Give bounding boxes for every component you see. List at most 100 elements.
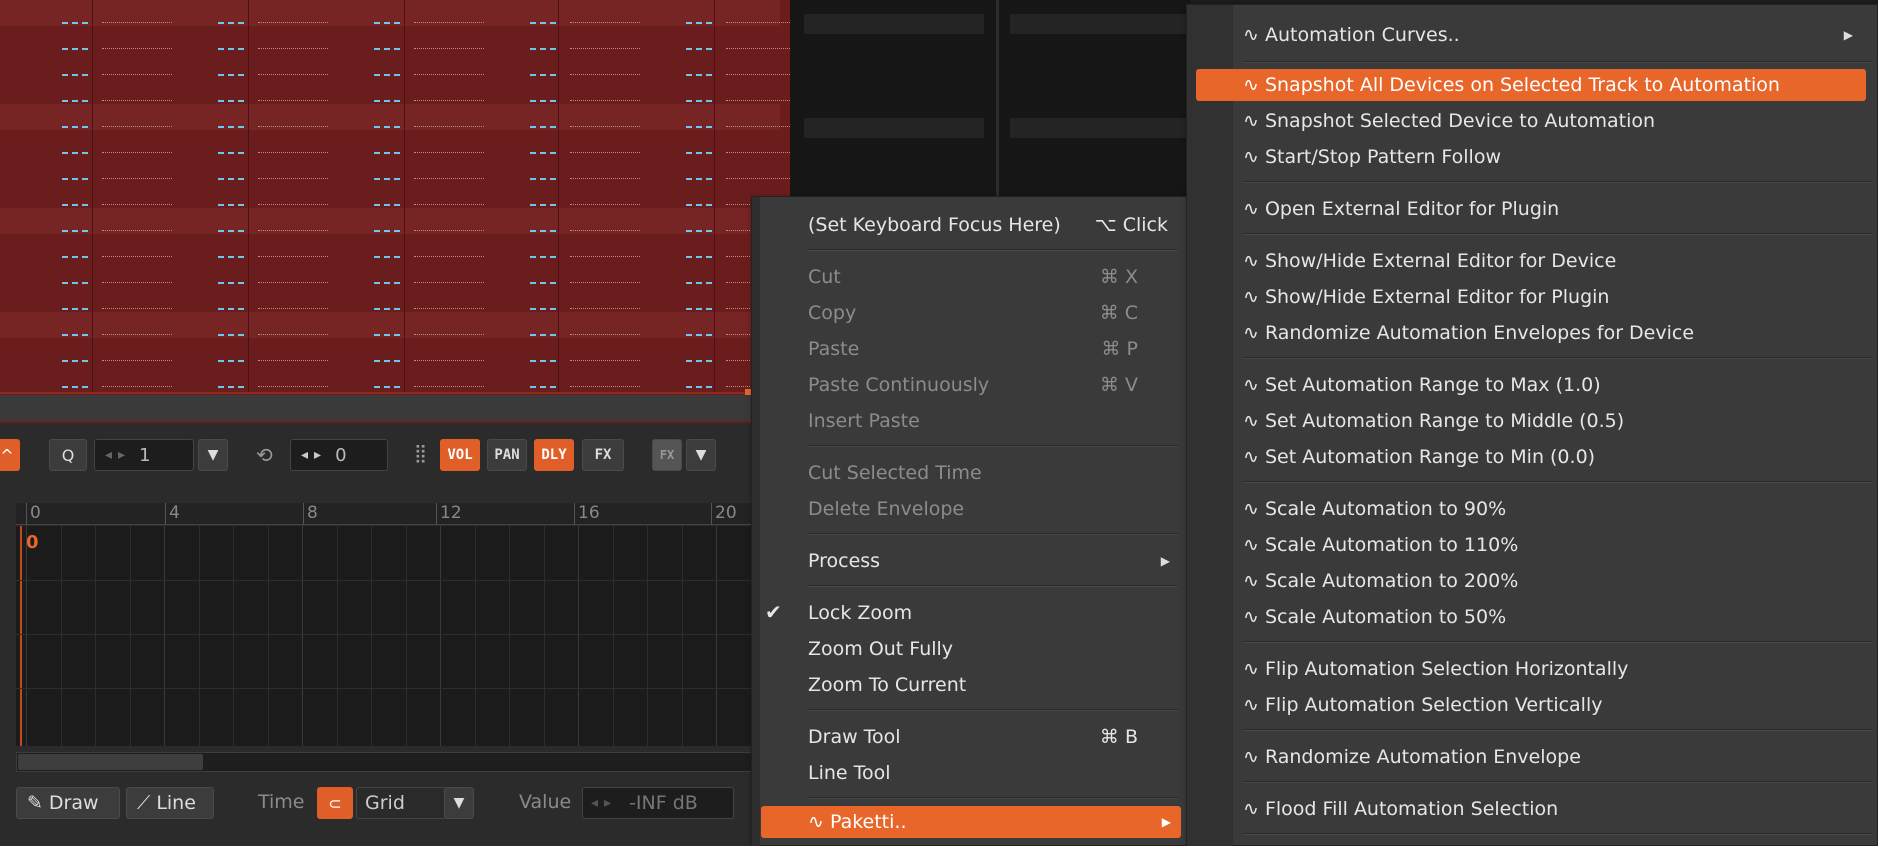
grid-dropdown[interactable]: ▼: [444, 787, 474, 819]
note-cell: [530, 204, 556, 206]
pattern-row[interactable]: [804, 118, 984, 138]
stepper-arrows-icon[interactable]: ◂▸: [301, 447, 327, 463]
effect-cell: [414, 308, 484, 310]
note-cell: [686, 126, 712, 128]
menu-item-process[interactable]: Process ▶: [808, 545, 1180, 577]
panel-divider[interactable]: [0, 395, 790, 423]
menu-item-scale-200[interactable]: ∿ Scale Automation to 200%: [1243, 565, 1863, 597]
fx-column-button[interactable]: FX: [582, 439, 624, 471]
menu-separator: [1243, 357, 1873, 359]
line-tool-button[interactable]: ⟋ Line: [126, 787, 214, 819]
grid-line: [16, 580, 790, 581]
vol-column-button[interactable]: VOL: [440, 439, 480, 471]
collapse-button[interactable]: ^: [0, 439, 20, 471]
menu-item-range-min[interactable]: ∿ Set Automation Range to Min (0.0): [1243, 441, 1863, 473]
fx-dropdown[interactable]: ▼: [686, 439, 716, 471]
effect-cell: [102, 100, 172, 102]
draw-tool-button[interactable]: ✎ Draw: [16, 787, 120, 819]
dly-column-button[interactable]: DLY: [534, 439, 574, 471]
pattern-row[interactable]: [804, 14, 984, 34]
fx-toggle-button[interactable]: FX: [652, 439, 682, 471]
stepper-arrows-icon[interactable]: ◂▸: [591, 795, 617, 811]
line-step-field[interactable]: ◂▸ 1: [94, 439, 194, 471]
note-cell: [62, 100, 88, 102]
ruler-tick: 20: [711, 503, 737, 525]
effect-cell: [102, 74, 172, 76]
effect-cell: [102, 152, 172, 154]
grid-line: [474, 526, 476, 746]
menu-item-scale-110[interactable]: ∿ Scale Automation to 110%: [1243, 529, 1863, 561]
effect-cell: [258, 256, 328, 258]
note-cell: [218, 100, 244, 102]
chevron-up-icon: ^: [0, 445, 14, 465]
menu-item-flip-horizontally[interactable]: ∿ Flip Automation Selection Horizontally: [1243, 653, 1863, 685]
effect-cell: [414, 48, 484, 50]
scrollbar-thumb[interactable]: [18, 754, 203, 770]
menu-item-set-keyboard-focus[interactable]: (Set Keyboard Focus Here) ⌥ Click: [808, 209, 1168, 241]
menu-separator: [808, 445, 1178, 447]
grid-line: [440, 526, 441, 746]
pattern-row[interactable]: [1010, 14, 1190, 34]
menu-item-automation-curves[interactable]: ∿ Automation Curves.. ▶: [1243, 19, 1863, 51]
menu-item-range-max[interactable]: ∿ Set Automation Range to Max (1.0): [1243, 369, 1863, 401]
grid-line: [164, 526, 165, 746]
value-field[interactable]: ◂▸ -INF dB: [582, 787, 734, 819]
note-cell: [374, 22, 400, 24]
menu-item-flood-fill[interactable]: ∿ Flood Fill Automation Selection: [1243, 793, 1863, 825]
menu-item-cut-selected-time[interactable]: Cut Selected Time: [808, 457, 1138, 489]
menu-item-draw-tool[interactable]: Draw Tool ⌘ B: [808, 721, 1138, 753]
note-cell: [686, 360, 712, 362]
menu-item-delete-envelope[interactable]: Delete Envelope: [808, 493, 1138, 525]
grid-select[interactable]: Grid: [356, 787, 446, 819]
note-cell: [62, 282, 88, 284]
menu-item-insert-paste[interactable]: Insert Paste: [808, 405, 1138, 437]
menu-item-paste-continuously[interactable]: Paste Continuously ⌘ V: [808, 369, 1138, 401]
note-cell: [218, 308, 244, 310]
effect-cell: [726, 126, 790, 128]
menu-item-randomize-envelopes-device[interactable]: ∿ Randomize Automation Envelopes for Dev…: [1243, 317, 1863, 349]
quantize-button[interactable]: Q: [49, 439, 87, 471]
menu-item-zoom-out-fully[interactable]: Zoom Out Fully: [808, 633, 1138, 665]
menu-item-paste[interactable]: Paste ⌘ P: [808, 333, 1138, 365]
menu-item-start-stop-pattern-follow[interactable]: ∿ Start/Stop Pattern Follow: [1243, 141, 1863, 173]
line-step-dropdown[interactable]: ▼: [198, 439, 228, 471]
menu-separator: [1243, 833, 1873, 835]
note-cell: [62, 74, 88, 76]
menu-item-flip-vertically[interactable]: ∿ Flip Automation Selection Vertically: [1243, 689, 1863, 721]
menu-item-toggle-external-editor-plugin[interactable]: ∿ Show/Hide External Editor for Plugin: [1243, 281, 1863, 313]
menu-item-cut[interactable]: Cut ⌘ X: [808, 261, 1138, 293]
pattern-editor-inactive-tracks[interactable]: [790, 0, 1190, 200]
pan-column-button[interactable]: PAN: [487, 439, 527, 471]
menu-item-copy[interactable]: Copy ⌘ C: [808, 297, 1138, 329]
menu-item-randomize-envelope[interactable]: ∿ Randomize Automation Envelope: [1243, 741, 1863, 773]
menu-item-snapshot-selected-device[interactable]: ∿ Snapshot Selected Device to Automation: [1243, 105, 1863, 137]
effect-cell: [726, 152, 790, 154]
grid-icon: ⣿: [414, 443, 428, 464]
horizontal-scrollbar[interactable]: [16, 752, 790, 772]
menu-item-zoom-to-current[interactable]: Zoom To Current: [808, 669, 1138, 701]
shift-field[interactable]: ◂▸ 0: [290, 439, 388, 471]
menu-item-lock-zoom[interactable]: Lock Zoom: [808, 597, 1138, 629]
menu-item-snapshot-all-devices[interactable]: ∿ Snapshot All Devices on Selected Track…: [1196, 69, 1866, 101]
pattern-row[interactable]: [1010, 118, 1190, 138]
menu-item-line-tool[interactable]: Line Tool: [808, 757, 1138, 789]
line-draw-icon: ⟋: [137, 792, 151, 814]
note-cell: [530, 48, 556, 50]
pattern-editor[interactable]: [0, 0, 790, 395]
note-cell: [374, 360, 400, 362]
menu-item-toggle-external-editor-device[interactable]: ∿ Show/Hide External Editor for Device: [1243, 245, 1863, 277]
effect-cell: [726, 22, 790, 24]
menu-item-range-middle[interactable]: ∿ Set Automation Range to Middle (0.5): [1243, 405, 1863, 437]
grid-line: [509, 526, 510, 746]
stepper-arrows-icon[interactable]: ◂▸: [105, 447, 131, 463]
effect-cell: [258, 178, 328, 180]
timeline-ruler[interactable]: 0 4 8 12 16 20: [16, 503, 790, 525]
effect-cell: [414, 126, 484, 128]
menu-item-scale-90[interactable]: ∿ Scale Automation to 90%: [1243, 493, 1863, 525]
note-cell: [530, 22, 556, 24]
envelope-editor[interactable]: 0: [16, 526, 790, 746]
menu-item-scale-50[interactable]: ∿ Scale Automation to 50%: [1243, 601, 1863, 633]
menu-item-open-external-editor-plugin[interactable]: ∿ Open External Editor for Plugin: [1243, 193, 1863, 225]
menu-item-paketti[interactable]: ∿ Paketti.. ▶: [761, 806, 1181, 838]
time-snap-toggle[interactable]: ⊂: [317, 787, 353, 819]
